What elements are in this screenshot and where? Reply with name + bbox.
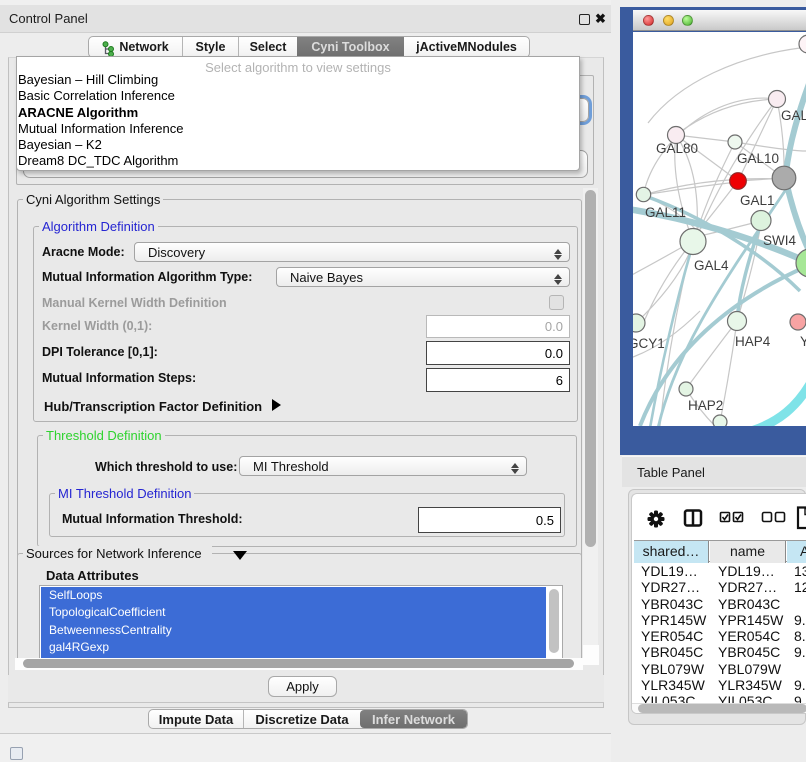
svg-text:GAL1: GAL1 — [740, 193, 775, 208]
svg-text:GAL11: GAL11 — [645, 205, 686, 220]
svg-text:GAL7: GAL7 — [781, 108, 806, 123]
svg-text:GAL4: GAL4 — [694, 258, 729, 273]
svg-text:HAP4: HAP4 — [735, 334, 771, 349]
svg-text:Y: Y — [800, 334, 806, 349]
svg-text:GCY1: GCY1 — [633, 336, 665, 351]
svg-text:SWI4: SWI4 — [763, 233, 796, 248]
svg-text:GAL80: GAL80 — [656, 141, 698, 156]
svg-text:HAP2: HAP2 — [688, 398, 723, 413]
svg-text:GAL10: GAL10 — [737, 151, 779, 166]
